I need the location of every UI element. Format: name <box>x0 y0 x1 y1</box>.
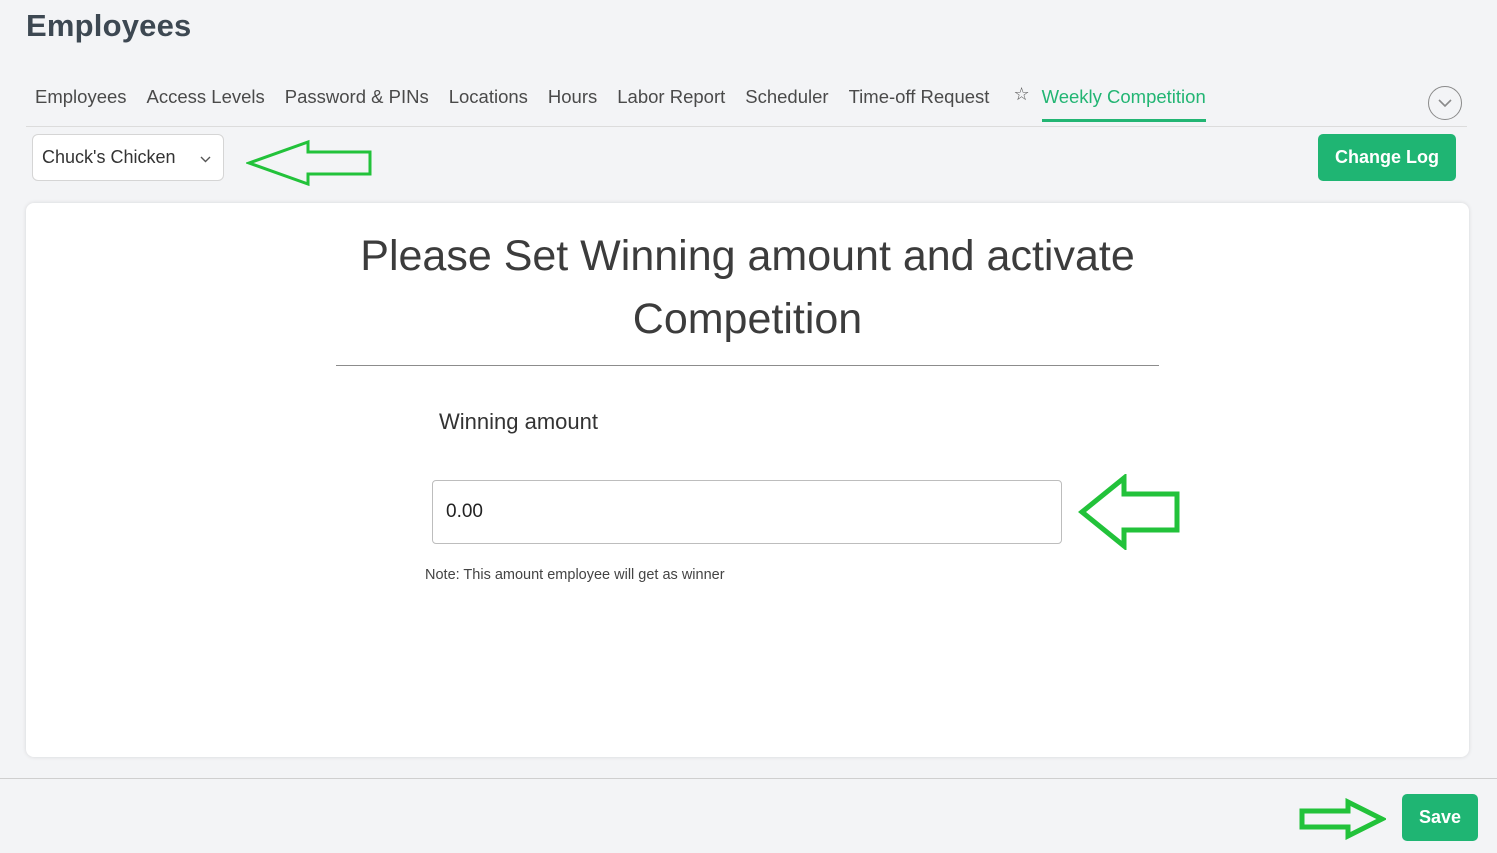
tab-bar: Employees Access Levels Password & PINs … <box>35 84 1206 123</box>
location-select-value: Chuck's Chicken <box>42 147 176 167</box>
save-button[interactable]: Save <box>1402 794 1478 841</box>
annotation-arrow-left-icon <box>246 139 372 187</box>
chevron-down-circle-icon[interactable] <box>1428 86 1462 120</box>
chevron-down-icon <box>200 147 211 168</box>
tabs-divider <box>26 126 1467 127</box>
tab-locations[interactable]: Locations <box>449 86 528 122</box>
page-title: Employees <box>26 8 192 43</box>
change-log-button[interactable]: Change Log <box>1318 134 1456 181</box>
tab-labor-report[interactable]: Labor Report <box>617 86 725 122</box>
star-icon[interactable]: ☆ <box>1013 84 1029 123</box>
annotation-arrow-left-icon <box>1078 474 1180 550</box>
tab-password-pins[interactable]: Password & PINs <box>285 86 429 122</box>
annotation-arrow-right-icon <box>1299 798 1386 840</box>
footer-divider <box>0 778 1497 779</box>
tab-scheduler[interactable]: Scheduler <box>745 86 828 122</box>
card-divider <box>336 365 1159 366</box>
competition-card: Please Set Winning amount and activate C… <box>26 203 1469 757</box>
location-select[interactable]: Chuck's Chicken <box>32 134 224 181</box>
winning-amount-input[interactable] <box>432 480 1062 544</box>
card-heading-line2: Competition <box>632 295 863 343</box>
tab-access-levels[interactable]: Access Levels <box>147 86 265 122</box>
tab-employees[interactable]: Employees <box>35 86 127 122</box>
tab-time-off-request[interactable]: Time-off Request <box>849 86 990 122</box>
card-heading-line1: Please Set Winning amount and activate <box>360 232 1135 280</box>
tab-weekly-competition[interactable]: Weekly Competition <box>1041 86 1206 122</box>
tab-hours[interactable]: Hours <box>548 86 597 122</box>
winning-amount-note: Note: This amount employee will get as w… <box>425 567 725 583</box>
card-heading: Please Set Winning amount and activate C… <box>26 225 1469 351</box>
winning-amount-label: Winning amount <box>439 409 598 434</box>
